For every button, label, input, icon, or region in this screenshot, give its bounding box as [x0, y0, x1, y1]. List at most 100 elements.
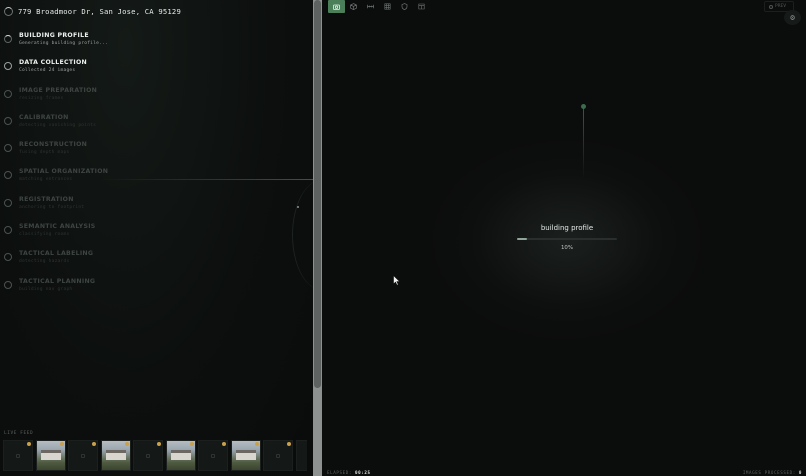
pipeline-step: IMAGE PREPARATION resizing frames	[4, 86, 304, 113]
step-title: IMAGE PREPARATION	[19, 86, 98, 94]
feed-thumbnail-placeholder[interactable]	[295, 440, 307, 471]
panel-scrollbar[interactable]	[313, 0, 322, 476]
status-badge	[124, 442, 129, 446]
feed-thumbnail-photo[interactable]	[165, 440, 196, 471]
elapsed-value: 00:25	[354, 470, 371, 475]
status-badge	[222, 442, 226, 446]
scrollbar-thumb[interactable]	[314, 0, 321, 388]
image-placeholder-icon	[16, 454, 20, 458]
pipeline-step: SEMANTIC ANALYSIS classifying rooms	[4, 222, 304, 249]
prev-label: PREV	[775, 4, 787, 9]
marker-line	[583, 108, 584, 178]
cube-icon	[350, 3, 357, 10]
step-title: RECONSTRUCTION	[19, 141, 88, 149]
toolbar-button-cube[interactable]	[345, 0, 362, 13]
scan-dot	[297, 206, 299, 208]
marker-dot	[581, 104, 586, 109]
step-status-icon	[4, 171, 12, 180]
step-subtitle: Collected 24 images	[19, 68, 76, 74]
grid-icon	[384, 3, 391, 10]
status-badge	[287, 442, 291, 446]
step-subtitle: classifying rooms	[19, 232, 70, 238]
step-subtitle: detecting vanishing points	[19, 122, 97, 128]
house-image	[40, 450, 61, 460]
elapsed-label: ELAPSED:	[327, 470, 352, 475]
toolbar-button-camera[interactable]	[328, 0, 345, 13]
pipeline-step: TACTICAL PLANNING building nav graph	[4, 277, 304, 304]
feed-thumbnail-placeholder[interactable]	[3, 440, 33, 471]
toolbar-button-layers[interactable]	[413, 0, 430, 13]
gear-icon: ⚙	[790, 13, 795, 22]
address-text: 779 Broadmoor Dr, San Jose, CA 95129	[18, 6, 181, 16]
step-title: BUILDING PROFILE	[19, 32, 89, 39]
elapsed-readout: ELAPSED: 00:25	[327, 470, 371, 475]
layers-icon	[418, 3, 425, 10]
step-subtitle: Generating building profile...	[19, 41, 108, 46]
progress-percent: 10%	[561, 245, 573, 251]
step-title: REGISTRATION	[19, 195, 74, 203]
feed-thumbnail-placeholder[interactable]	[263, 440, 293, 471]
step-subtitle: detecting hazards	[19, 259, 70, 265]
pipeline-step: SPATIAL ORGANIZATION matching entrances	[4, 167, 304, 194]
view-toolbar	[328, 0, 430, 13]
pipeline-step: DATA COLLECTION Collected 24 images	[4, 58, 304, 85]
step-status-icon	[4, 226, 12, 235]
feed-thumbnail-photo[interactable]	[35, 440, 66, 471]
status-badge	[254, 442, 259, 446]
step-status-icon	[4, 198, 12, 207]
images-processed-readout: IMAGES PROCESSED: 0	[743, 470, 802, 475]
step-title: TACTICAL LABELING	[19, 250, 94, 258]
images-processed-label: IMAGES PROCESSED:	[742, 470, 796, 475]
step-status-icon	[4, 253, 12, 262]
pipeline-step: TACTICAL LABELING detecting hazards	[4, 249, 304, 276]
mouse-cursor-icon	[393, 275, 401, 286]
viewer-panel[interactable]: PREV ⚙ building profile 10% ELAPSED: 00:2…	[322, 0, 806, 476]
pipeline-step: RECONSTRUCTION fusing depth maps	[4, 140, 304, 167]
settings-button[interactable]: ⚙	[784, 10, 801, 25]
step-status-icon	[4, 35, 12, 43]
pipeline-step: REGISTRATION anchoring to footprint	[4, 195, 304, 222]
feed-thumbnail-photo[interactable]	[100, 440, 131, 471]
loading-label: building profile	[540, 224, 594, 232]
feed-thumbnail-placeholder[interactable]	[133, 440, 163, 471]
step-status-icon	[4, 62, 12, 71]
address-header: 779 Broadmoor Dr, San Jose, CA 95129	[4, 4, 181, 18]
scan-line	[100, 179, 313, 180]
step-subtitle: matching entrances	[19, 177, 73, 183]
step-title: DATA COLLECTION	[19, 59, 88, 67]
pipeline-step: CALIBRATION detecting vanishing points	[4, 113, 304, 140]
image-placeholder-icon	[211, 454, 215, 458]
image-placeholder-icon	[81, 454, 85, 458]
status-badge	[92, 442, 96, 446]
status-badge	[189, 442, 194, 446]
feed-thumbnail-placeholder[interactable]	[198, 440, 228, 471]
step-status-icon	[4, 116, 12, 125]
shield-icon	[401, 3, 408, 10]
step-status-icon	[4, 144, 12, 153]
progress-fill	[517, 238, 527, 240]
image-placeholder-icon	[276, 454, 280, 458]
toolbar-button-shield[interactable]	[396, 0, 413, 13]
toolbar-button-ruler[interactable]	[362, 0, 379, 13]
house-image	[105, 450, 126, 460]
toolbar-button-grid[interactable]	[379, 0, 396, 13]
status-badge	[27, 442, 31, 446]
pipeline-steps: BUILDING PROFILE Generating building prof…	[4, 31, 304, 304]
feed-thumbnail-placeholder[interactable]	[68, 440, 98, 471]
camera-icon	[333, 4, 340, 10]
step-subtitle: resizing frames	[19, 95, 64, 101]
image-placeholder-icon	[146, 454, 150, 458]
step-title: TACTICAL PLANNING	[19, 277, 96, 285]
ruler-icon	[367, 4, 374, 9]
house-image	[170, 450, 191, 460]
house-image	[235, 450, 256, 460]
feed-thumbnail-photo[interactable]	[230, 440, 261, 471]
step-title: SPATIAL ORGANIZATION	[19, 168, 109, 176]
live-feed-strip[interactable]	[3, 440, 307, 471]
images-processed-value: 0	[798, 470, 802, 475]
status-badge	[157, 442, 161, 446]
pipeline-step: BUILDING PROFILE Generating building prof…	[4, 31, 304, 58]
step-title: SEMANTIC ANALYSIS	[19, 223, 96, 231]
step-title: CALIBRATION	[19, 113, 69, 121]
status-badge	[59, 442, 64, 446]
